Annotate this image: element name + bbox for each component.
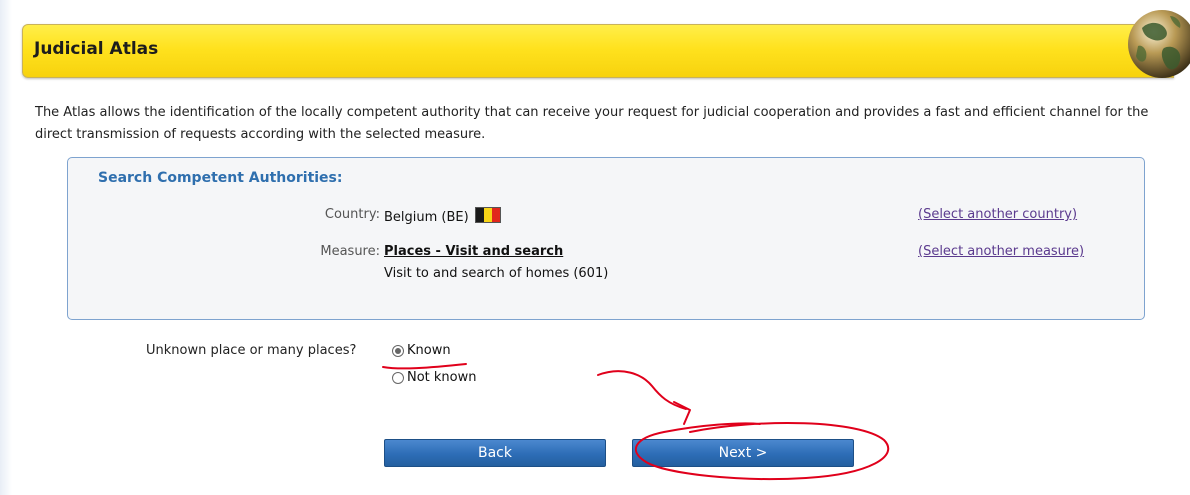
measure-name-text: Places - Visit and search [384,244,564,259]
belgium-flag-icon [474,207,501,223]
radio-not-known-option[interactable]: Not known [392,370,477,385]
select-another-country-link[interactable]: (Select another country) [918,207,1077,222]
arrow-mark [597,370,687,410]
page-title: Judicial Atlas [34,39,159,59]
radio-not-known[interactable] [392,371,404,384]
known-underline-mark [382,363,467,370]
left-page-shade [0,0,12,495]
search-panel-title: Search Competent Authorities: [98,170,343,186]
radio-known-label: Known [407,343,451,358]
next-button[interactable]: Next > [632,439,854,467]
search-panel: Search Competent Authorities: Country: B… [67,157,1145,320]
intro-text: The Atlas allows the identification of t… [35,105,1149,142]
globe-icon [1128,10,1190,78]
radio-known[interactable] [392,344,404,357]
country-label: Country: [324,207,380,222]
measure-name: Places - Visit and search [384,244,563,259]
back-button[interactable]: Back [384,439,606,467]
arrow-head-mark [673,401,691,425]
title-bar: Judicial Atlas [22,24,1174,78]
place-question-label: Unknown place or many places? [146,343,357,358]
radio-not-known-label: Not known [407,370,477,385]
country-value: Belgium (BE) [384,210,469,225]
select-another-measure-link[interactable]: (Select another measure) [918,244,1084,259]
measure-detail: Visit to and search of homes (601) [384,266,609,281]
measure-label: Measure: [320,244,380,259]
radio-known-option[interactable]: Known [392,343,451,358]
country-value-row: Belgium (BE) [384,207,501,225]
